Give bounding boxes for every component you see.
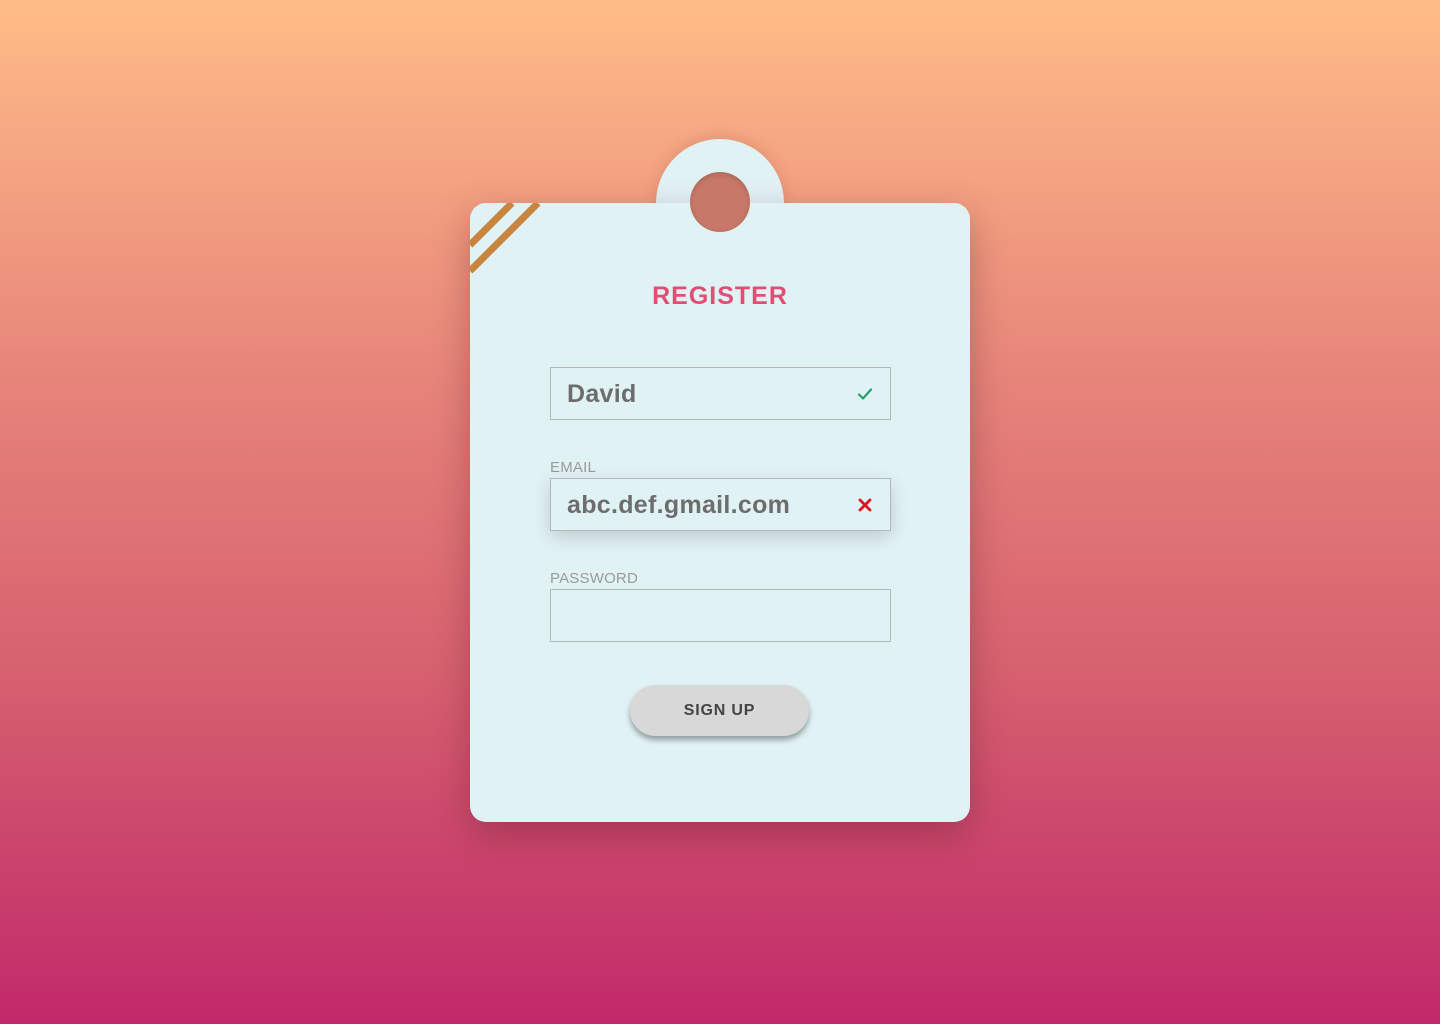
register-card: REGISTER David EMAIL abc.def.gmail.com P… — [470, 203, 970, 822]
password-label: PASSWORD — [550, 570, 638, 587]
tag-hole — [690, 172, 750, 232]
sign-up-button[interactable]: SIGN UP — [630, 685, 809, 736]
email-field[interactable]: abc.def.gmail.com — [550, 478, 891, 531]
email-label: EMAIL — [550, 459, 597, 476]
register-card-container: REGISTER David EMAIL abc.def.gmail.com P… — [470, 139, 970, 822]
close-icon — [858, 498, 872, 512]
name-field[interactable]: David — [550, 367, 891, 420]
corner-stripes-decoration — [470, 203, 541, 274]
page-title: REGISTER — [652, 282, 788, 310]
email-field-value[interactable]: abc.def.gmail.com — [567, 491, 790, 520]
password-field[interactable] — [550, 589, 891, 642]
name-field-value[interactable]: David — [567, 380, 637, 409]
check-icon — [857, 388, 873, 400]
